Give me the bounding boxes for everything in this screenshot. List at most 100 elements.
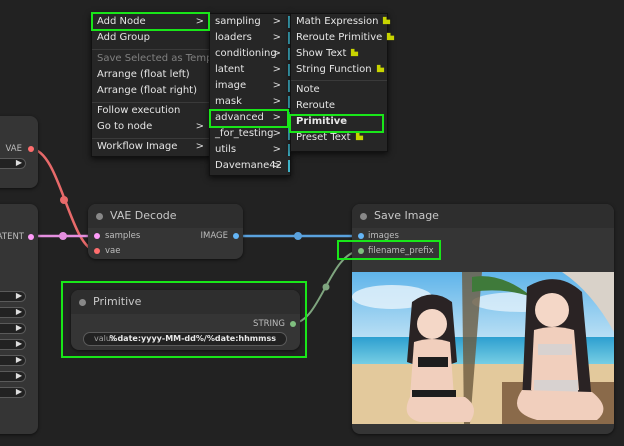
- collapse-dot-icon[interactable]: [96, 213, 103, 220]
- caret-right-icon: >: [195, 16, 204, 27]
- image-output-label: IMAGE: [200, 231, 228, 241]
- sampler-widget-3[interactable]: ▶: [0, 323, 26, 334]
- filename-prefix-input-label: filename_prefix: [368, 246, 434, 256]
- image-output-slot[interactable]: [233, 233, 239, 239]
- string-output-label: STRING: [253, 319, 285, 329]
- string-link-midpoint: [322, 283, 330, 291]
- play-icon: ▶: [15, 158, 22, 167]
- canvas-context-menu[interactable]: Add Node > Add Group Save Selected as Tem…: [91, 13, 231, 157]
- vae-link-midpoint: [60, 196, 68, 204]
- caret-right-icon: >: [272, 144, 281, 155]
- images-input-label: images: [368, 231, 399, 241]
- menu-item-label: mask: [215, 96, 242, 107]
- menu-item-label: Primitive: [296, 116, 348, 127]
- sampler-widget-7[interactable]: ▶: [0, 387, 26, 398]
- node-primitive[interactable]: Primitive STRING value %date:yyyy-MM-dd%…: [71, 290, 300, 350]
- images-input-slot[interactable]: [358, 233, 364, 239]
- menu-item-label: Arrange (float left): [97, 69, 190, 80]
- menu-item-label: Show Text: [296, 48, 347, 59]
- custom-node-badge-icon: [383, 16, 391, 25]
- node-title[interactable]: VAE Decode: [88, 204, 243, 228]
- node-title[interactable]: Save Image: [352, 204, 614, 228]
- menu-item-add-group[interactable]: Add Group: [92, 30, 210, 46]
- vae-input-slot[interactable]: [94, 248, 100, 254]
- advanced-item-preset-text[interactable]: Preset Text: [291, 130, 387, 146]
- menu-item-go-to-node[interactable]: Go to node >: [92, 119, 210, 135]
- caret-right-icon: >: [272, 16, 281, 27]
- vae-output-slot[interactable]: [28, 146, 34, 152]
- sampler-widget-5[interactable]: ▶: [0, 355, 26, 366]
- advanced-item-math-expression[interactable]: Math Expression: [291, 14, 391, 30]
- category-item-sampling[interactable]: sampling >: [210, 14, 290, 30]
- menu-item-arrange-right[interactable]: Arrange (float right): [92, 83, 210, 99]
- category-item-loaders[interactable]: loaders >: [210, 30, 290, 46]
- node-title-text: Save Image: [374, 209, 439, 222]
- menu-item-save-template: Save Selected as Template: [92, 51, 231, 67]
- menu-item-arrange-left[interactable]: Arrange (float left): [92, 67, 210, 83]
- node-title-text: VAE Decode: [110, 209, 177, 222]
- caret-right-icon: >: [272, 128, 281, 139]
- category-item-conditioning[interactable]: conditioning >: [210, 46, 290, 62]
- menu-item-label: Math Expression: [296, 16, 379, 27]
- play-icon: ▶: [15, 291, 22, 300]
- sampler-widget-4[interactable]: ▶: [0, 339, 26, 350]
- advanced-item-reroute-primitive[interactable]: Reroute Primitive: [291, 30, 395, 46]
- advanced-submenu[interactable]: Math Expression Reroute Primitive Show Tex…: [290, 13, 395, 152]
- latent-output-slot[interactable]: [28, 234, 34, 240]
- caret-right-icon: >: [272, 160, 281, 171]
- samples-input-slot[interactable]: [94, 233, 100, 239]
- image-link-midpoint: [294, 232, 302, 240]
- menu-item-label: Add Node: [97, 16, 146, 27]
- graph-canvas[interactable]: VAE ▶ LATENT ▶ ▶ ▶ ▶ ▶ ▶ ▶ VAE Decode sa…: [0, 0, 624, 446]
- sampler-widget-6[interactable]: ▶: [0, 371, 26, 382]
- node-sampler-partial[interactable]: LATENT ▶ ▶ ▶ ▶ ▶ ▶ ▶: [0, 204, 38, 434]
- menu-item-add-node[interactable]: Add Node >: [92, 14, 210, 30]
- vae-output-label: VAE: [5, 144, 22, 154]
- category-item-advanced[interactable]: advanced >: [210, 110, 290, 126]
- submenu-indicator: [288, 160, 290, 172]
- node-checkpoint-partial[interactable]: VAE ▶: [0, 116, 38, 188]
- category-item-davemane42[interactable]: Davemane42 >: [210, 158, 290, 174]
- menu-item-workflow-image[interactable]: Workflow Image >: [92, 139, 210, 155]
- category-item-latent[interactable]: latent >: [210, 62, 290, 78]
- sampler-widget-1[interactable]: ▶: [0, 291, 26, 302]
- menu-item-label: Go to node: [97, 121, 153, 132]
- category-item-image[interactable]: image >: [210, 78, 290, 94]
- menu-item-label: Add Group: [97, 32, 150, 43]
- play-icon: ▶: [15, 387, 22, 396]
- category-item-utils[interactable]: utils >: [210, 142, 290, 158]
- collapse-dot-icon[interactable]: [360, 213, 367, 220]
- menu-separator: [92, 49, 210, 50]
- caret-right-icon: >: [272, 80, 281, 91]
- menu-item-label: String Function: [296, 64, 372, 75]
- advanced-item-show-text[interactable]: Show Text: [291, 46, 387, 62]
- advanced-item-primitive[interactable]: Primitive: [291, 114, 387, 130]
- node-save-image[interactable]: Save Image images filename_prefix: [352, 204, 614, 434]
- menu-item-label: utils: [215, 144, 237, 155]
- category-item-mask[interactable]: mask >: [210, 94, 290, 110]
- play-icon: ▶: [15, 323, 22, 332]
- menu-item-label: Preset Text: [296, 132, 351, 143]
- value-widget[interactable]: value %date:yyyy-MM-dd%/%date:hhmmss: [83, 332, 287, 346]
- vae-widget[interactable]: ▶: [0, 158, 26, 169]
- menu-item-follow-execution[interactable]: Follow execution: [92, 103, 210, 119]
- category-item-for-testing[interactable]: _for_testing >: [210, 126, 290, 142]
- string-output-slot[interactable]: [290, 321, 296, 327]
- filename-prefix-input-slot[interactable]: [358, 248, 364, 254]
- advanced-item-reroute[interactable]: Reroute: [291, 98, 387, 114]
- node-vae-decode[interactable]: VAE Decode samples vae IMAGE: [88, 204, 243, 259]
- preview-illustration: [352, 272, 614, 424]
- sampler-widget-2[interactable]: ▶: [0, 307, 26, 318]
- latent-link-midpoint: [59, 232, 67, 240]
- advanced-item-string-function[interactable]: String Function: [291, 62, 387, 78]
- menu-item-label: Arrange (float right): [97, 85, 197, 96]
- play-icon: ▶: [15, 307, 22, 316]
- play-icon: ▶: [15, 371, 22, 380]
- menu-item-label: latent: [215, 64, 245, 75]
- advanced-item-note[interactable]: Note: [291, 82, 387, 98]
- category-submenu[interactable]: sampling > loaders > conditioning > latent > ima…: [209, 13, 291, 176]
- node-title[interactable]: Primitive: [71, 290, 300, 314]
- output-image-preview[interactable]: [352, 272, 614, 424]
- collapse-dot-icon[interactable]: [79, 299, 86, 306]
- caret-right-icon: >: [272, 112, 281, 123]
